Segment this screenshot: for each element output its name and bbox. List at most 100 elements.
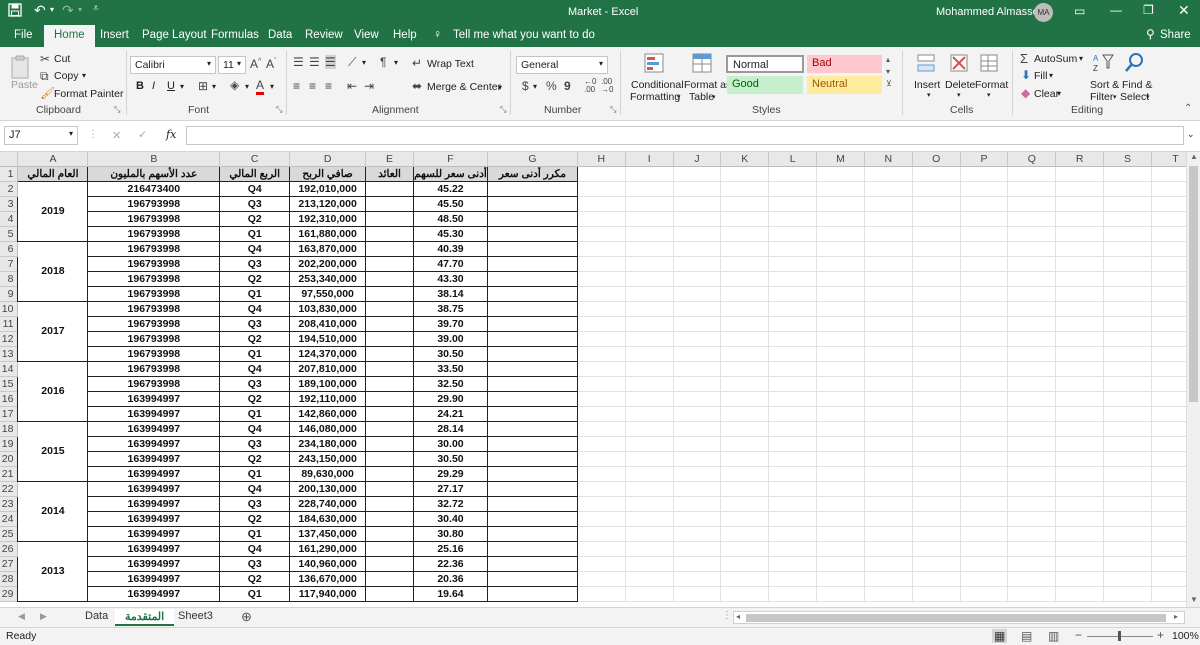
- min-pe-cell[interactable]: [486, 330, 578, 347]
- empty-cell[interactable]: [1007, 421, 1057, 437]
- empty-cell[interactable]: [1055, 181, 1105, 197]
- empty-cell[interactable]: [577, 436, 626, 452]
- row-header[interactable]: 5: [0, 226, 19, 242]
- empty-cell[interactable]: [960, 571, 1009, 587]
- page-break-view-icon[interactable]: ▥: [1048, 629, 1059, 643]
- empty-cell[interactable]: [720, 466, 770, 482]
- empty-cell[interactable]: [768, 391, 818, 407]
- quarter-cell[interactable]: Q4: [219, 540, 291, 557]
- min-price-cell[interactable]: 43.30: [413, 270, 488, 287]
- empty-cell[interactable]: [816, 541, 865, 557]
- row-header[interactable]: 19: [0, 436, 19, 452]
- page-layout-view-icon[interactable]: ▤: [1021, 629, 1032, 643]
- empty-cell[interactable]: [1007, 166, 1057, 182]
- quarter-cell[interactable]: Q4: [219, 240, 291, 257]
- undo-dropdown-icon[interactable]: ▾: [50, 5, 54, 14]
- quarter-cell[interactable]: Q2: [219, 330, 291, 347]
- net-profit-cell[interactable]: 234,180,000: [289, 435, 367, 452]
- empty-cell[interactable]: [960, 481, 1009, 497]
- empty-cell[interactable]: [1055, 391, 1105, 407]
- empty-cell[interactable]: [960, 496, 1009, 512]
- empty-cell[interactable]: [960, 421, 1009, 437]
- empty-cell[interactable]: [577, 451, 626, 467]
- customize-toolbar-icon[interactable]: ⩡: [93, 3, 99, 14]
- empty-cell[interactable]: [960, 376, 1009, 392]
- more-options-icon[interactable]: ⋮: [88, 129, 98, 140]
- empty-cell[interactable]: [625, 391, 674, 407]
- empty-cell[interactable]: [673, 361, 722, 377]
- empty-cell[interactable]: [1103, 496, 1152, 512]
- empty-cell[interactable]: [720, 166, 770, 182]
- empty-cell[interactable]: [577, 556, 626, 572]
- return-cell[interactable]: [365, 570, 414, 587]
- min-price-cell[interactable]: 40.39: [413, 240, 488, 257]
- empty-cell[interactable]: [1055, 196, 1105, 212]
- empty-cell[interactable]: [577, 526, 626, 542]
- confirm-entry-icon[interactable]: ✓: [138, 128, 147, 141]
- row-header[interactable]: 16: [0, 391, 19, 407]
- empty-cell[interactable]: [960, 196, 1009, 212]
- empty-cell[interactable]: [673, 541, 722, 557]
- shares-cell[interactable]: 196793998: [87, 195, 221, 212]
- empty-cell[interactable]: [960, 361, 1009, 377]
- min-price-cell[interactable]: 24.21: [413, 405, 488, 422]
- empty-cell[interactable]: [1007, 286, 1057, 302]
- fill-color-icon[interactable]: ◈: [230, 78, 239, 92]
- empty-cell[interactable]: [625, 346, 674, 362]
- empty-cell[interactable]: [625, 586, 674, 602]
- format-cells-icon[interactable]: [979, 53, 999, 78]
- empty-cell[interactable]: [768, 271, 818, 287]
- quarter-cell[interactable]: Q2: [219, 390, 291, 407]
- return-cell[interactable]: [365, 495, 414, 512]
- tab-page-layout[interactable]: Page Layout: [142, 29, 207, 41]
- empty-cell[interactable]: [1055, 496, 1105, 512]
- empty-cell[interactable]: [816, 166, 865, 182]
- align-middle-icon[interactable]: ☰: [309, 55, 320, 69]
- insert-cells-icon[interactable]: [916, 53, 936, 78]
- empty-cell[interactable]: [912, 496, 961, 512]
- text-direction-icon[interactable]: ¶: [380, 55, 386, 69]
- empty-cell[interactable]: [1007, 586, 1057, 602]
- return-cell[interactable]: [365, 510, 414, 527]
- scroll-right-icon[interactable]: ▸: [1174, 612, 1178, 621]
- cut-icon[interactable]: ✂: [40, 52, 50, 66]
- row-header[interactable]: 3: [0, 196, 19, 212]
- min-pe-cell[interactable]: [486, 255, 578, 272]
- empty-cell[interactable]: [577, 211, 626, 227]
- empty-cell[interactable]: [1007, 271, 1057, 287]
- net-profit-cell[interactable]: 228,740,000: [289, 495, 367, 512]
- empty-cell[interactable]: [864, 451, 913, 467]
- empty-cell[interactable]: [912, 511, 961, 527]
- empty-cell[interactable]: [960, 241, 1009, 257]
- empty-cell[interactable]: [1055, 211, 1105, 227]
- empty-cell[interactable]: [720, 511, 770, 527]
- shares-cell[interactable]: 196793998: [87, 375, 221, 392]
- empty-cell[interactable]: [673, 196, 722, 212]
- copy-dropdown-icon[interactable]: ▾: [82, 71, 86, 80]
- empty-cell[interactable]: [960, 526, 1009, 542]
- row-header[interactable]: 2: [0, 181, 19, 197]
- empty-cell[interactable]: [1055, 331, 1105, 347]
- empty-cell[interactable]: [816, 271, 865, 287]
- conditional-dropdown-icon[interactable]: ▾: [677, 93, 681, 101]
- row-header[interactable]: 24: [0, 511, 19, 527]
- empty-cell[interactable]: [720, 316, 770, 332]
- empty-cell[interactable]: [816, 511, 865, 527]
- min-price-cell[interactable]: 30.50: [413, 450, 488, 467]
- return-cell[interactable]: [365, 435, 414, 452]
- empty-cell[interactable]: [673, 286, 722, 302]
- column-header[interactable]: H: [577, 152, 626, 167]
- shares-cell[interactable]: 163994997: [87, 390, 221, 407]
- empty-cell[interactable]: [1055, 226, 1105, 242]
- empty-cell[interactable]: [864, 331, 913, 347]
- empty-cell[interactable]: [673, 511, 722, 527]
- quarter-cell[interactable]: Q3: [219, 375, 291, 392]
- underline-dropdown-icon[interactable]: ▾: [180, 82, 184, 91]
- zoom-out-icon[interactable]: −: [1075, 628, 1082, 642]
- quarter-cell[interactable]: Q1: [219, 285, 291, 302]
- header-cell[interactable]: العام المالي: [17, 165, 89, 182]
- row-header[interactable]: 17: [0, 406, 19, 422]
- percent-button[interactable]: %: [546, 79, 557, 93]
- row-header[interactable]: 7: [0, 256, 19, 272]
- empty-cell[interactable]: [720, 571, 770, 587]
